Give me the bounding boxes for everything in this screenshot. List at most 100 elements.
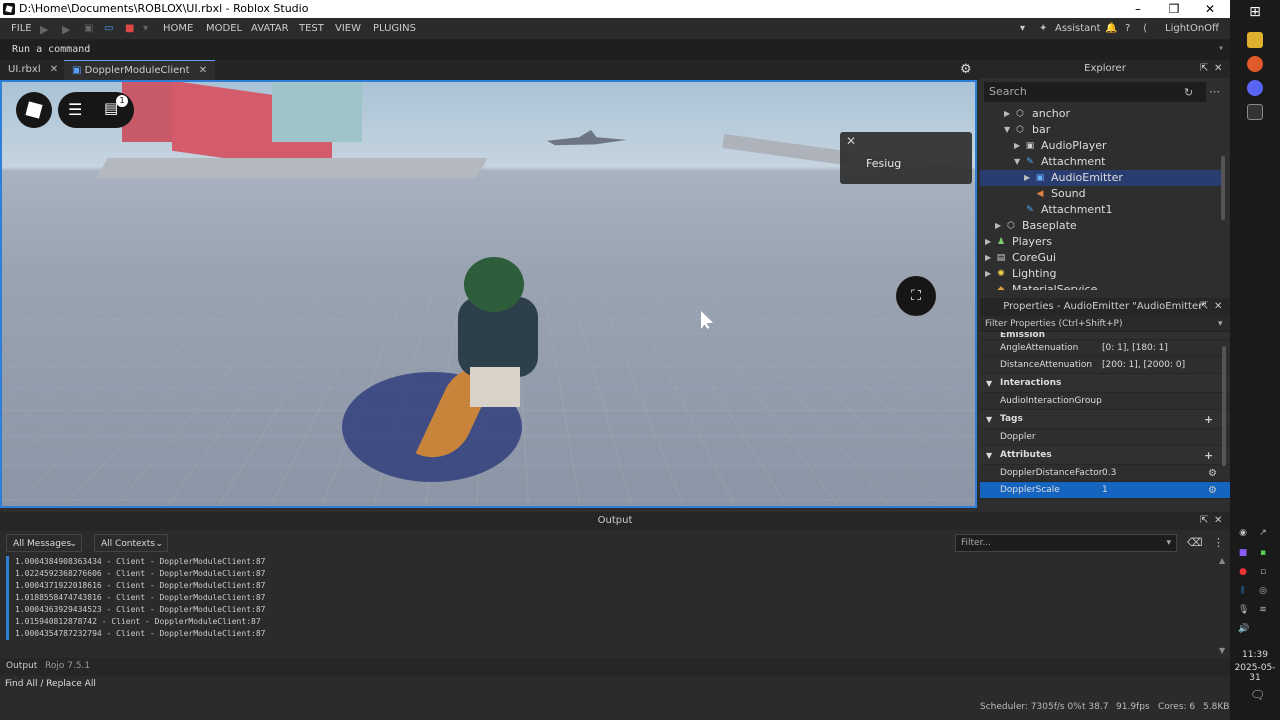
tree-item-attachment[interactable]: ▼ ✎ Attachment bbox=[980, 154, 1222, 170]
gear-icon[interactable]: ⚙ bbox=[960, 62, 972, 77]
stop-icon[interactable]: ■ bbox=[125, 23, 134, 34]
tab-doppler-module-client[interactable]: ▣ DopplerModuleClient ✕ bbox=[64, 60, 216, 80]
tray-app-icon[interactable]: ■ bbox=[1238, 548, 1248, 558]
close-icon[interactable]: ✕ bbox=[50, 64, 58, 75]
chevron-down-icon[interactable]: ▼ bbox=[986, 446, 992, 465]
tree-item-anchor[interactable]: ▶ ⬡ anchor bbox=[980, 106, 1222, 122]
chevron-right-icon[interactable]: ▶ bbox=[985, 250, 991, 266]
contexts-filter-dropdown[interactable]: All Contexts ⌄ bbox=[94, 534, 168, 552]
firefox-icon[interactable] bbox=[1247, 56, 1263, 72]
file-explorer-icon[interactable] bbox=[1247, 32, 1263, 48]
help-icon[interactable]: ? bbox=[1125, 23, 1130, 34]
chevron-down-icon[interactable]: ▼ bbox=[986, 410, 992, 429]
add-attribute-icon[interactable]: + bbox=[1204, 446, 1213, 465]
tree-item-bar[interactable]: ▼ ⬡ bar bbox=[980, 122, 1222, 138]
tray-discord-icon[interactable]: ◉ bbox=[1238, 528, 1248, 538]
scroll-down-icon[interactable]: ▼ bbox=[1219, 646, 1225, 655]
prop-value[interactable]: [200: 1], [2000: 0] bbox=[1102, 357, 1185, 374]
attr-doppler-scale[interactable]: DopplerScale 1 ⚙ bbox=[980, 482, 1230, 499]
roblox-menu-button[interactable] bbox=[16, 92, 52, 128]
notification-center-icon[interactable]: 🗨 bbox=[1250, 689, 1265, 701]
chevron-down-icon[interactable]: ▾ bbox=[1218, 43, 1224, 54]
messages-filter-dropdown[interactable]: All Messages ⌄ bbox=[6, 534, 82, 552]
more-icon[interactable]: ⋯ bbox=[1209, 85, 1220, 98]
menu-view[interactable]: VIEW bbox=[335, 23, 361, 34]
properties-scrollbar[interactable] bbox=[1222, 346, 1226, 466]
hamburger-icon[interactable]: ☰ bbox=[68, 100, 82, 119]
tree-item-materialservice[interactable]: ◆ MaterialService bbox=[980, 282, 1222, 290]
chevron-right-icon[interactable]: ▶ bbox=[1024, 170, 1030, 186]
play-icon[interactable]: ▶ bbox=[40, 23, 48, 36]
gear-icon[interactable]: ⚙ bbox=[1208, 465, 1217, 482]
prop-angle-attenuation[interactable]: AngleAttenuation [0: 1], [180: 1] bbox=[980, 340, 1230, 357]
screenshot-button[interactable]: ⛶ bbox=[896, 276, 936, 316]
minimize-button[interactable]: – bbox=[1120, 0, 1156, 18]
section-interactions[interactable]: ▼ Interactions bbox=[980, 374, 1230, 393]
tree-item-lighting[interactable]: ▶ ✺ Lighting bbox=[980, 266, 1222, 282]
microphone-icon[interactable]: 🎙 bbox=[1238, 605, 1249, 615]
run-icon[interactable]: ▣ bbox=[84, 23, 93, 34]
find-replace-label[interactable]: Find All / Replace All bbox=[5, 679, 96, 689]
close-icon[interactable]: ✕ bbox=[1214, 60, 1222, 78]
discord-icon[interactable] bbox=[1247, 80, 1263, 96]
tray-recording-icon[interactable]: ● bbox=[1238, 567, 1248, 577]
output-filter-input[interactable]: Filter... ▾ bbox=[955, 534, 1177, 552]
assistant-icon[interactable]: ✦ bbox=[1039, 23, 1047, 34]
gear-icon[interactable]: ⚙ bbox=[1208, 482, 1217, 499]
chevron-right-icon[interactable]: ▶ bbox=[985, 234, 991, 250]
tree-item-coregui[interactable]: ▶ ▤ CoreGui bbox=[980, 250, 1222, 266]
explorer-scrollbar[interactable] bbox=[1221, 156, 1225, 220]
prop-value[interactable]: 0.3 bbox=[1102, 465, 1116, 482]
bluetooth-icon[interactable]: ᛒ bbox=[1238, 586, 1248, 596]
menu-avatar[interactable]: AVATAR bbox=[251, 23, 289, 34]
wifi-icon[interactable]: ≋ bbox=[1258, 605, 1268, 615]
tab-output[interactable]: Output bbox=[6, 661, 37, 671]
section-emission[interactable]: Emission bbox=[980, 332, 1230, 340]
menu-test[interactable]: TEST bbox=[299, 23, 324, 34]
menu-model[interactable]: MODEL bbox=[206, 23, 242, 34]
tray-nvidia-icon[interactable]: ▪ bbox=[1258, 548, 1268, 558]
close-icon[interactable]: ✕ bbox=[846, 134, 856, 148]
prop-value[interactable]: 1 bbox=[1102, 482, 1108, 499]
close-icon[interactable]: ✕ bbox=[1214, 298, 1222, 316]
share-icon[interactable]: ⟨ bbox=[1143, 23, 1147, 34]
tree-item-audioemitter[interactable]: ▶ ▣ AudioEmitter bbox=[980, 170, 1222, 186]
attr-doppler-distance-factor[interactable]: DopplerDistanceFactor 0.3 ⚙ bbox=[980, 465, 1230, 482]
menu-home[interactable]: HOME bbox=[163, 23, 193, 34]
steam-icon[interactable]: ◎ bbox=[1258, 586, 1268, 596]
maximize-button[interactable]: ❐ bbox=[1156, 0, 1192, 18]
play-here-icon[interactable]: ▶ bbox=[62, 23, 70, 36]
menu-file[interactable]: FILE bbox=[11, 23, 32, 34]
client-server-icon[interactable]: ▭ bbox=[104, 23, 113, 34]
tray-app2-icon[interactable]: ▫ bbox=[1258, 567, 1268, 577]
section-attributes[interactable]: ▼ Attributes + bbox=[980, 446, 1230, 465]
tag-doppler[interactable]: Doppler bbox=[980, 429, 1230, 446]
roblox-studio-taskbar-icon[interactable] bbox=[1247, 104, 1263, 120]
chevron-down-icon[interactable]: ▼ bbox=[1014, 154, 1020, 170]
prop-value[interactable]: [0: 1], [180: 1] bbox=[1102, 340, 1168, 357]
game-viewport[interactable]: ☰ ▤ 1 ✕ Fesiug ⛶ bbox=[0, 80, 977, 508]
add-tag-icon[interactable]: + bbox=[1204, 410, 1213, 429]
popout-icon[interactable]: ⇱ bbox=[1200, 298, 1208, 316]
command-bar[interactable]: Run a command ▾ bbox=[0, 40, 1230, 60]
chevron-right-icon[interactable]: ▶ bbox=[1004, 106, 1010, 122]
prop-audio-interaction-group[interactable]: AudioInteractionGroup bbox=[980, 393, 1230, 410]
tab-rojo[interactable]: Rojo 7.5.1 bbox=[45, 661, 90, 671]
volume-icon[interactable]: 🔊 bbox=[1238, 624, 1249, 634]
prop-distance-attenuation[interactable]: DistanceAttenuation [200: 1], [2000: 0] bbox=[980, 357, 1230, 374]
tray-arrow-icon[interactable]: ↗ bbox=[1258, 528, 1268, 538]
notifications-icon[interactable]: 🔔 bbox=[1105, 23, 1117, 34]
find-bar[interactable]: Find All / Replace All bbox=[0, 676, 1230, 694]
chevron-down-icon[interactable]: ▾ bbox=[143, 23, 148, 34]
taskbar-clock-date[interactable]: 2025-05-31 bbox=[1230, 663, 1280, 683]
history-icon[interactable]: ↻ bbox=[1184, 86, 1193, 99]
popout-icon[interactable]: ⇱ bbox=[1200, 60, 1208, 78]
filter-properties-input[interactable]: Filter Properties (Ctrl+Shift+P) ▾ bbox=[980, 316, 1230, 332]
scroll-up-icon[interactable]: ▲ bbox=[1219, 556, 1225, 565]
chevron-down-icon[interactable]: ▾ bbox=[1218, 316, 1223, 332]
chevron-right-icon[interactable]: ▶ bbox=[1014, 138, 1020, 154]
tree-item-baseplate[interactable]: ▶ ⬡ Baseplate bbox=[980, 218, 1222, 234]
menu-plugins[interactable]: PLUGINS bbox=[373, 23, 416, 34]
taskbar-clock-time[interactable]: 11:39 bbox=[1230, 650, 1280, 660]
assistant-button[interactable]: Assistant bbox=[1055, 23, 1101, 34]
